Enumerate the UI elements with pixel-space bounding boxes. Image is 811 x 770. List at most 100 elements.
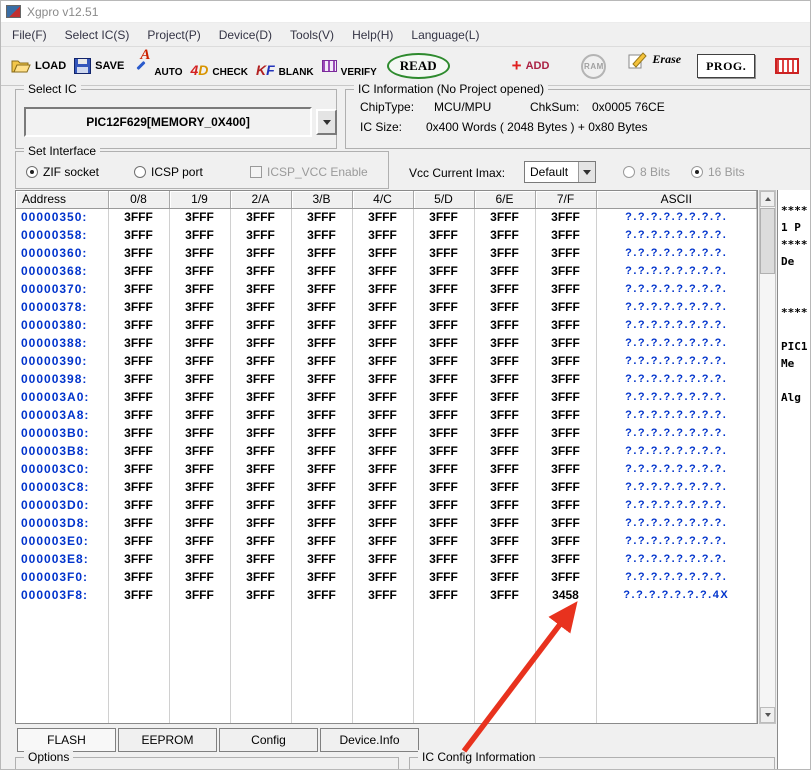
hex-value-cell[interactable]: 3FFF [535, 532, 596, 550]
hex-value-cell[interactable]: 3FFF [352, 388, 413, 406]
selected-ic-combobox[interactable]: PIC12F629[MEMORY_0X400] [24, 107, 312, 137]
hex-value-cell[interactable]: 3FFF [108, 568, 169, 586]
hex-value-cell[interactable]: 3FFF [535, 370, 596, 388]
hex-value-cell[interactable]: 3FFF [291, 532, 352, 550]
hex-value-cell[interactable]: 3FFF [535, 424, 596, 442]
hex-value-cell[interactable]: 3FFF [169, 532, 230, 550]
hex-value-cell[interactable]: 3FFF [413, 586, 474, 604]
menu-item-tools[interactable]: Tools(V) [281, 24, 343, 46]
hex-ascii-cell[interactable]: ?.?.?.?.?.?.?.?. [596, 226, 757, 244]
hex-value-cell[interactable]: 3FFF [413, 442, 474, 460]
hex-value-cell[interactable]: 3FFF [169, 370, 230, 388]
hex-value-cell[interactable]: 3FFF [535, 334, 596, 352]
hex-value-cell[interactable]: 3FFF [108, 370, 169, 388]
blank-button[interactable]: BLANK [252, 49, 318, 83]
hex-value-cell[interactable]: 3FFF [535, 262, 596, 280]
hex-value-cell[interactable]: 3FFF [108, 514, 169, 532]
vertical-scrollbar[interactable] [759, 190, 776, 724]
read-button[interactable]: READ [387, 53, 450, 79]
save-button[interactable]: SAVE [70, 49, 128, 83]
hex-value-cell[interactable]: 3FFF [474, 568, 535, 586]
hex-value-cell[interactable]: 3FFF [352, 406, 413, 424]
hex-value-cell[interactable]: 3FFF [474, 586, 535, 604]
hex-value-cell[interactable]: 3FFF [169, 280, 230, 298]
hex-value-cell[interactable]: 3FFF [352, 262, 413, 280]
hex-value-cell[interactable]: 3FFF [291, 442, 352, 460]
menu-item-project[interactable]: Project(P) [138, 24, 209, 46]
hex-value-cell[interactable]: 3FFF [474, 262, 535, 280]
hex-value-cell[interactable]: 3FFF [169, 568, 230, 586]
scroll-down-button[interactable] [760, 707, 775, 723]
hex-value-cell[interactable]: 3FFF [230, 532, 291, 550]
hex-value-cell[interactable]: 3FFF [413, 226, 474, 244]
hex-value-cell[interactable]: 3FFF [108, 262, 169, 280]
hex-value-cell[interactable]: 3FFF [291, 586, 352, 604]
hex-value-cell[interactable]: 3FFF [352, 280, 413, 298]
hex-ascii-cell[interactable]: ?.?.?.?.?.?.?.?. [596, 550, 757, 568]
hex-ascii-cell[interactable]: ?.?.?.?.?.?.?.?. [596, 244, 757, 262]
hex-value-cell[interactable]: 3FFF [413, 568, 474, 586]
hex-ascii-cell[interactable]: ?.?.?.?.?.?.?.?. [596, 370, 757, 388]
hex-value-cell[interactable]: 3FFF [413, 532, 474, 550]
zif-socket-radio[interactable]: ZIF socket [26, 165, 99, 179]
hex-value-cell[interactable]: 3FFF [169, 262, 230, 280]
ram-button[interactable]: RAM [577, 49, 610, 83]
hex-value-cell[interactable]: 3FFF [474, 442, 535, 460]
tab-flash[interactable]: FLASH [17, 728, 116, 752]
hex-value-cell[interactable]: 3FFF [291, 226, 352, 244]
hex-value-cell[interactable]: 3FFF [535, 478, 596, 496]
hex-value-cell[interactable]: 3FFF [169, 514, 230, 532]
hex-ascii-cell[interactable]: ?.?.?.?.?.?.?.?. [596, 262, 757, 280]
hex-value-cell[interactable]: 3FFF [413, 460, 474, 478]
hex-value-cell[interactable]: 3FFF [108, 460, 169, 478]
hex-value-cell[interactable]: 3FFF [474, 514, 535, 532]
hex-value-cell[interactable]: 3FFF [474, 244, 535, 262]
hex-value-cell[interactable]: 3FFF [413, 262, 474, 280]
hex-value-cell[interactable]: 3FFF [474, 316, 535, 334]
hex-value-cell[interactable]: 3FFF [352, 316, 413, 334]
scrollbar-thumb[interactable] [760, 208, 775, 274]
hex-value-cell[interactable]: 3FFF [230, 514, 291, 532]
hex-value-cell[interactable]: 3FFF [108, 280, 169, 298]
hex-value-cell[interactable]: 3FFF [474, 298, 535, 316]
hex-value-cell[interactable]: 3FFF [108, 532, 169, 550]
hex-value-cell[interactable]: 3FFF [291, 460, 352, 478]
hex-value-cell[interactable]: 3FFF [291, 388, 352, 406]
tab-config[interactable]: Config [219, 728, 318, 752]
hex-value-cell[interactable]: 3FFF [169, 388, 230, 406]
hex-value-cell[interactable]: 3FFF [352, 460, 413, 478]
hex-value-cell[interactable]: 3FFF [352, 514, 413, 532]
hex-value-cell[interactable]: 3FFF [413, 424, 474, 442]
hex-value-cell[interactable]: 3FFF [413, 478, 474, 496]
hex-value-cell[interactable]: 3FFF [535, 388, 596, 406]
hex-value-cell[interactable]: 3FFF [352, 352, 413, 370]
hex-value-cell[interactable]: 3FFF [291, 316, 352, 334]
hex-value-cell[interactable]: 3FFF [230, 334, 291, 352]
hex-value-cell[interactable]: 3FFF [108, 442, 169, 460]
hex-value-cell[interactable]: 3FFF [413, 334, 474, 352]
icsp-port-radio[interactable]: ICSP port [134, 165, 203, 179]
hex-value-cell[interactable]: 3FFF [352, 334, 413, 352]
hex-value-cell[interactable]: 3FFF [413, 514, 474, 532]
hex-ascii-cell[interactable]: ?.?.?.?.?.?.?.?. [596, 316, 757, 334]
hex-value-cell[interactable]: 3FFF [352, 244, 413, 262]
hex-value-cell[interactable]: 3FFF [169, 316, 230, 334]
hex-value-cell[interactable]: 3FFF [291, 208, 352, 226]
hex-value-cell[interactable]: 3FFF [230, 424, 291, 442]
hex-value-cell[interactable]: 3FFF [535, 280, 596, 298]
menu-item-device[interactable]: Device(D) [210, 24, 281, 46]
hex-value-cell[interactable]: 3FFF [230, 442, 291, 460]
hex-value-cell[interactable]: 3FFF [230, 316, 291, 334]
hex-value-cell[interactable]: 3FFF [230, 298, 291, 316]
scroll-up-button[interactable] [760, 191, 775, 207]
icsp-vcc-checkbox[interactable]: ICSP_VCC Enable [250, 165, 368, 179]
hex-value-cell[interactable]: 3FFF [108, 496, 169, 514]
hex-value-cell[interactable]: 3FFF [108, 550, 169, 568]
hex-value-cell[interactable]: 3FFF [535, 550, 596, 568]
menu-item-help[interactable]: Help(H) [343, 24, 402, 46]
hex-value-cell[interactable]: 3FFF [291, 496, 352, 514]
hex-value-cell[interactable]: 3FFF [230, 370, 291, 388]
menu-item-language[interactable]: Language(L) [402, 24, 488, 46]
hex-value-cell[interactable]: 3FFF [169, 586, 230, 604]
hex-value-cell[interactable]: 3FFF [352, 208, 413, 226]
